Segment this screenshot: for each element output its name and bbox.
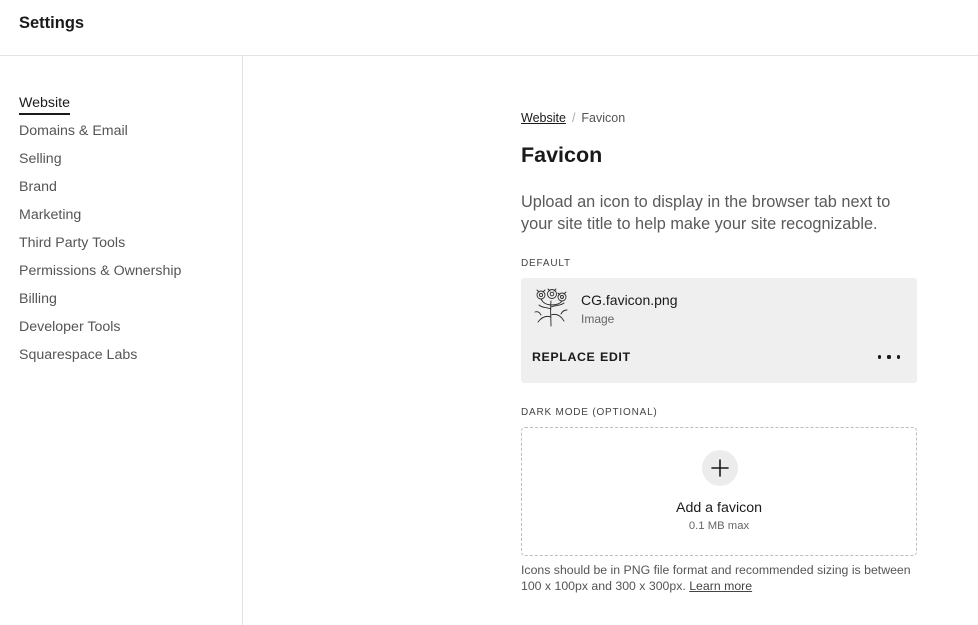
settings-sidebar: Website Domains & Email Selling Brand Ma… <box>0 56 243 625</box>
more-horizontal-icon <box>878 355 882 359</box>
page-title: Favicon <box>521 143 603 167</box>
add-favicon-button[interactable] <box>702 450 738 486</box>
sidebar-item-developer-tools[interactable]: Developer Tools <box>19 319 120 335</box>
sidebar-item-selling[interactable]: Selling <box>19 151 62 167</box>
page-description: Upload an icon to display in the browser… <box>521 193 891 233</box>
sidebar-item-domains-email[interactable]: Domains & Email <box>19 123 128 139</box>
flower-sketch-icon <box>534 288 568 327</box>
sidebar-item-permissions-ownership[interactable]: Permissions & Ownership <box>19 263 181 279</box>
sidebar-item-third-party-tools[interactable]: Third Party Tools <box>19 235 125 251</box>
dark-mode-section-label: DARK MODE (OPTIONAL) <box>521 407 658 418</box>
default-section-label: DEFAULT <box>521 258 571 269</box>
more-options-button[interactable] <box>875 348 903 366</box>
learn-more-link[interactable]: Learn more <box>689 579 752 593</box>
sidebar-item-marketing[interactable]: Marketing <box>19 207 81 223</box>
replace-button[interactable]: REPLACE <box>532 350 595 364</box>
header-title: Settings <box>19 14 85 32</box>
breadcrumb: Website / Favicon <box>521 111 625 125</box>
more-horizontal-icon <box>887 355 891 359</box>
edit-button[interactable]: EDIT <box>600 350 631 364</box>
breadcrumb-current: Favicon <box>581 111 626 125</box>
sidebar-item-brand[interactable]: Brand <box>19 179 57 195</box>
size-limit-label: 0.1 MB max <box>688 520 750 532</box>
help-text: Icons should be in PNG file format and r… <box>521 562 921 594</box>
sidebar-item-squarespace-labs[interactable]: Squarespace Labs <box>19 347 137 363</box>
file-name: CG.favicon.png <box>581 292 678 308</box>
add-favicon-label: Add a favicon <box>676 500 762 516</box>
file-type: Image <box>581 312 615 326</box>
add-favicon-dropzone[interactable]: Add a favicon 0.1 MB max <box>521 427 917 556</box>
default-favicon-card: CG.favicon.png Image REPLACE EDIT <box>521 278 917 383</box>
breadcrumb-separator: / <box>571 111 576 125</box>
more-horizontal-icon <box>896 355 900 359</box>
plus-icon <box>711 459 729 477</box>
top-bar: Settings <box>0 0 978 56</box>
breadcrumb-website-link[interactable]: Website <box>521 111 566 125</box>
sidebar-item-website[interactable]: Website <box>19 95 70 115</box>
sidebar-item-billing[interactable]: Billing <box>19 291 57 307</box>
